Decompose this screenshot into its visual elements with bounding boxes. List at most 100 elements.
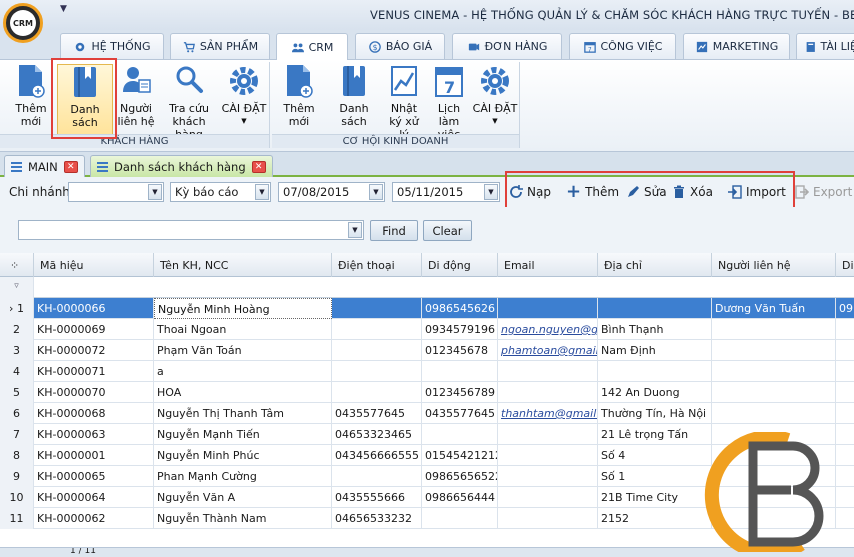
cell-address[interactable]: 142 An Duong	[598, 382, 712, 403]
table-row[interactable]: 5 KH-0000070 HOA 0123456789 142 An Duong	[0, 382, 854, 403]
search-input[interactable]: ▼	[18, 220, 364, 240]
cell-code[interactable]: KH-0000064	[34, 487, 154, 508]
app-logo[interactable]: CRM	[3, 3, 43, 43]
chevron-down-icon[interactable]: ▼	[348, 222, 362, 238]
row-number[interactable]: 10	[0, 487, 34, 508]
chevron-down-icon[interactable]: ▼	[484, 184, 498, 200]
grid-filter-row[interactable]: ▿	[0, 277, 854, 298]
cell-name[interactable]: Nguyễn Thành Nam	[154, 508, 332, 529]
cell-address[interactable]: Số 1	[598, 466, 712, 487]
cell-mobile[interactable]: 0934579196	[422, 319, 498, 340]
table-row[interactable]: 6 KH-0000068 Nguyễn Thị Thanh Tâm 043557764…	[0, 403, 854, 424]
column-header-phone[interactable]: Điện thoại	[332, 253, 422, 277]
chevron-down-icon[interactable]: ▼	[255, 184, 269, 200]
cell-name[interactable]: Phan Mạnh Cường	[154, 466, 332, 487]
branch-select[interactable]: ▼	[68, 182, 164, 202]
tab-crm[interactable]: CRM	[276, 33, 348, 61]
table-row[interactable]: 11 KH-0000062 Nguyễn Thành Nam 04656533232 2…	[0, 508, 854, 529]
ribbon-opportunity-list-button[interactable]: Danh sách	[326, 64, 382, 128]
cell-contact[interactable]	[712, 445, 836, 466]
row-number[interactable]: 9	[0, 466, 34, 487]
column-header-code[interactable]: Mã hiệu	[34, 253, 154, 277]
cell-phone[interactable]	[332, 361, 422, 382]
cell-extra[interactable]	[836, 403, 854, 424]
cell-address[interactable]	[598, 361, 712, 382]
cell-name[interactable]: Phạm Văn Toán	[154, 340, 332, 361]
cell-address[interactable]: Thường Tín, Hà Nội	[598, 403, 712, 424]
row-number[interactable]: 11	[0, 508, 34, 529]
cell-contact[interactable]	[712, 487, 836, 508]
cell-email[interactable]	[498, 487, 598, 508]
cell-email[interactable]	[498, 298, 598, 319]
cell-code[interactable]: KH-0000001	[34, 445, 154, 466]
cell-name[interactable]: a	[154, 361, 332, 382]
cell-address[interactable]: Số 4	[598, 445, 712, 466]
tab-cong-viec[interactable]: 7 CÔNG VIỆC	[569, 33, 676, 59]
cell-extra[interactable]	[836, 382, 854, 403]
table-row[interactable]: 8 KH-0000001 Nguyễn Minh Phúc 043456666555 0…	[0, 445, 854, 466]
cell-contact[interactable]	[712, 466, 836, 487]
doc-tab-main[interactable]: MAIN ✕	[4, 155, 85, 177]
row-number[interactable]: 3	[0, 340, 34, 361]
cell-email[interactable]	[498, 382, 598, 403]
date-from-picker[interactable]: 07/08/2015 ▼	[278, 182, 385, 202]
column-chooser-icon[interactable]: ⁘	[0, 253, 34, 277]
table-row[interactable]: 2 KH-0000069 Thoai Ngoan 0934579196 ngoan.ng…	[0, 319, 854, 340]
cell-name[interactable]: Thoai Ngoan	[154, 319, 332, 340]
ribbon-settings-button[interactable]: CÀI ĐẶT ▼	[471, 64, 519, 128]
cell-phone[interactable]	[332, 298, 422, 319]
cell-mobile[interactable]: 0123456789	[422, 382, 498, 403]
tab-tai-lieu[interactable]: TÀI LIỆU	[796, 33, 854, 59]
cell-contact[interactable]	[712, 424, 836, 445]
tab-san-pham[interactable]: SẢN PHẨM	[170, 33, 270, 59]
cell-extra[interactable]	[836, 361, 854, 382]
cell-name[interactable]: Nguyễn Mạnh Tiến	[154, 424, 332, 445]
row-number[interactable]: 7	[0, 424, 34, 445]
tab-bao-gia[interactable]: $ BÁO GIÁ	[355, 33, 445, 59]
cell-code[interactable]: KH-0000072	[34, 340, 154, 361]
cell-code[interactable]: KH-0000065	[34, 466, 154, 487]
column-header-mobile[interactable]: Di động	[422, 253, 498, 277]
row-number[interactable]: 4	[0, 361, 34, 382]
cell-contact[interactable]	[712, 361, 836, 382]
cell-mobile[interactable]: 0986545626	[422, 298, 498, 319]
cell-mobile[interactable]: 01545421212	[422, 445, 498, 466]
cell-name[interactable]: Nguyễn Minh Phúc	[154, 445, 332, 466]
cell-code[interactable]: KH-0000062	[34, 508, 154, 529]
row-number[interactable]: 5	[0, 382, 34, 403]
row-number[interactable]: 6	[0, 403, 34, 424]
ribbon-add-opportunity-button[interactable]: Thêm mới	[274, 64, 324, 128]
cell-code[interactable]: KH-0000066	[34, 298, 154, 319]
cell-contact[interactable]	[712, 508, 836, 529]
cell-extra[interactable]	[836, 319, 854, 340]
cell-address[interactable]	[598, 298, 712, 319]
cell-phone[interactable]: 04656533232	[332, 508, 422, 529]
cell-email[interactable]: phamtoan@gmail.com	[498, 340, 598, 361]
table-row[interactable]: 7 KH-0000063 Nguyễn Mạnh Tiến 04653323465 21…	[0, 424, 854, 445]
cell-name[interactable]: Nguyễn Văn A	[154, 487, 332, 508]
cell-email[interactable]	[498, 424, 598, 445]
quick-access-arrow-icon[interactable]: ▼	[60, 4, 67, 14]
cell-email[interactable]	[498, 508, 598, 529]
table-row[interactable]: 10 KH-0000064 Nguyễn Văn A 0435555666 098665…	[0, 487, 854, 508]
cell-address[interactable]: 2152	[598, 508, 712, 529]
export-button[interactable]: Export	[795, 183, 852, 201]
date-to-picker[interactable]: 05/11/2015 ▼	[392, 182, 500, 202]
cell-code[interactable]: KH-0000069	[34, 319, 154, 340]
cell-mobile[interactable]: 09865656522	[422, 466, 498, 487]
cell-code[interactable]: KH-0000063	[34, 424, 154, 445]
cell-email[interactable]	[498, 445, 598, 466]
close-icon[interactable]: ✕	[63, 160, 78, 173]
column-header-email[interactable]: Email	[498, 253, 598, 277]
ribbon-work-schedule-button[interactable]: 7 Lịch làm việc	[427, 64, 471, 141]
row-number[interactable]: › 1	[0, 298, 34, 319]
column-header-address[interactable]: Địa chỉ	[598, 253, 712, 277]
cell-phone[interactable]	[332, 466, 422, 487]
cell-extra[interactable]	[836, 424, 854, 445]
row-number[interactable]: 2	[0, 319, 34, 340]
cell-phone[interactable]	[332, 382, 422, 403]
tab-he-thong[interactable]: HỆ THỐNG	[60, 33, 164, 59]
cell-code[interactable]: KH-0000070	[34, 382, 154, 403]
table-row[interactable]: 9 KH-0000065 Phan Mạnh Cường 09865656522 Số …	[0, 466, 854, 487]
cell-email[interactable]	[498, 466, 598, 487]
